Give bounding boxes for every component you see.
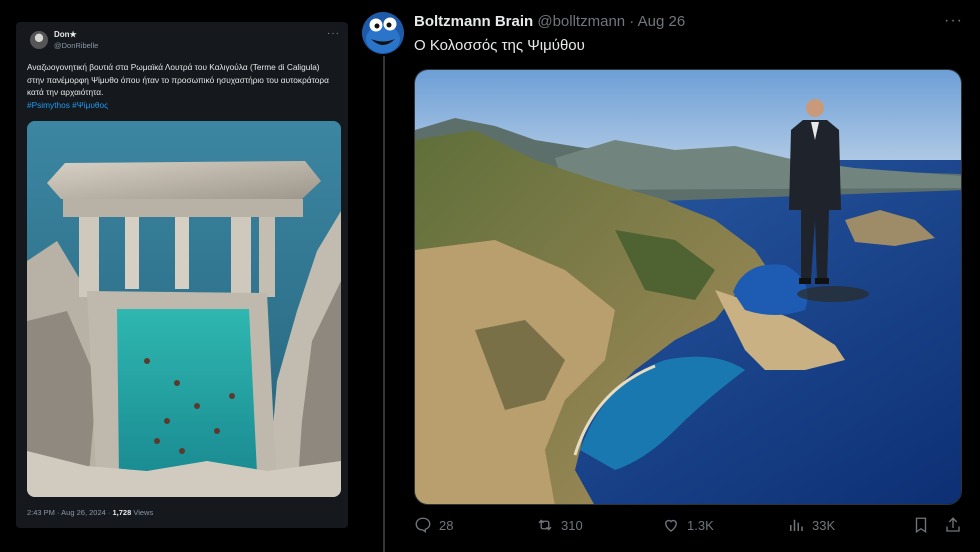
views-count: 33K <box>812 517 836 533</box>
embedded-display-name: Don★ <box>54 30 77 39</box>
left-embedded-screenshot: Don★ @DonRibelle ··· Αναζωογονητική βουτ… <box>0 0 352 552</box>
reply-button[interactable]: 28 <box>414 516 453 534</box>
embedded-tweet-text: Αναζωογονητική βουτιά στα Ρωμαϊκά Λουτρά… <box>27 61 339 111</box>
like-button[interactable]: 1.3K <box>662 516 714 534</box>
embedded-more-icon: ··· <box>327 28 340 39</box>
embedded-hashtags: #Psimythos #Ψίμυθος <box>27 99 109 110</box>
tweet-actions-bar: 28 310 1.3K 33K <box>414 516 964 540</box>
header-separator: · <box>625 13 638 30</box>
tweet-date[interactable]: Aug 26 <box>638 13 686 30</box>
tweet-photo-colossus[interactable] <box>414 69 962 505</box>
views-button[interactable]: 33K <box>787 516 835 534</box>
embedded-views-label: Views <box>131 508 154 517</box>
avatar[interactable] <box>362 12 404 54</box>
embedded-avatar <box>30 31 48 49</box>
more-options-icon[interactable]: ··· <box>944 12 963 30</box>
share-button[interactable] <box>944 516 962 534</box>
retweet-button[interactable]: 310 <box>536 516 583 534</box>
tweet-header: Boltzmann Brain @bolltzmann · Aug 26 <box>414 13 685 30</box>
roman-baths-illustration <box>27 121 341 497</box>
embedded-date: 2:43 PM · Aug 26, 2024 · <box>27 508 113 517</box>
embedded-timestamp: 2:43 PM · Aug 26, 2024 · 1,728 Views <box>27 508 153 517</box>
display-name[interactable]: Boltzmann Brain <box>414 13 533 30</box>
tweet-text: Ο Κολοσσός της Ψιμύθου <box>414 37 585 54</box>
retweet-count: 310 <box>561 517 583 533</box>
embedded-handle: @DonRibelle <box>54 41 99 50</box>
embedded-views-count: 1,728 <box>112 508 132 517</box>
bookmark-button[interactable] <box>912 516 930 534</box>
aerial-island-illustration <box>415 70 961 504</box>
thread-line <box>383 56 385 552</box>
embedded-text-body: Αναζωογονητική βουτιά στα Ρωμαϊκά Λουτρά… <box>27 62 329 98</box>
heart-icon <box>665 519 677 532</box>
reply-count: 28 <box>439 517 454 533</box>
retweet-icon <box>538 519 552 531</box>
analytics-icon <box>790 519 803 531</box>
share-icon <box>946 517 960 532</box>
bookmark-icon <box>915 517 927 534</box>
reply-icon <box>415 517 431 534</box>
embedded-photo-roman-baths <box>27 121 341 497</box>
cookie-monster-avatar-icon <box>362 12 404 54</box>
user-handle[interactable]: @bolltzmann <box>537 13 625 30</box>
like-count: 1.3K <box>687 517 714 533</box>
embedded-tweet-card: Don★ @DonRibelle ··· Αναζωογονητική βουτ… <box>16 22 348 528</box>
